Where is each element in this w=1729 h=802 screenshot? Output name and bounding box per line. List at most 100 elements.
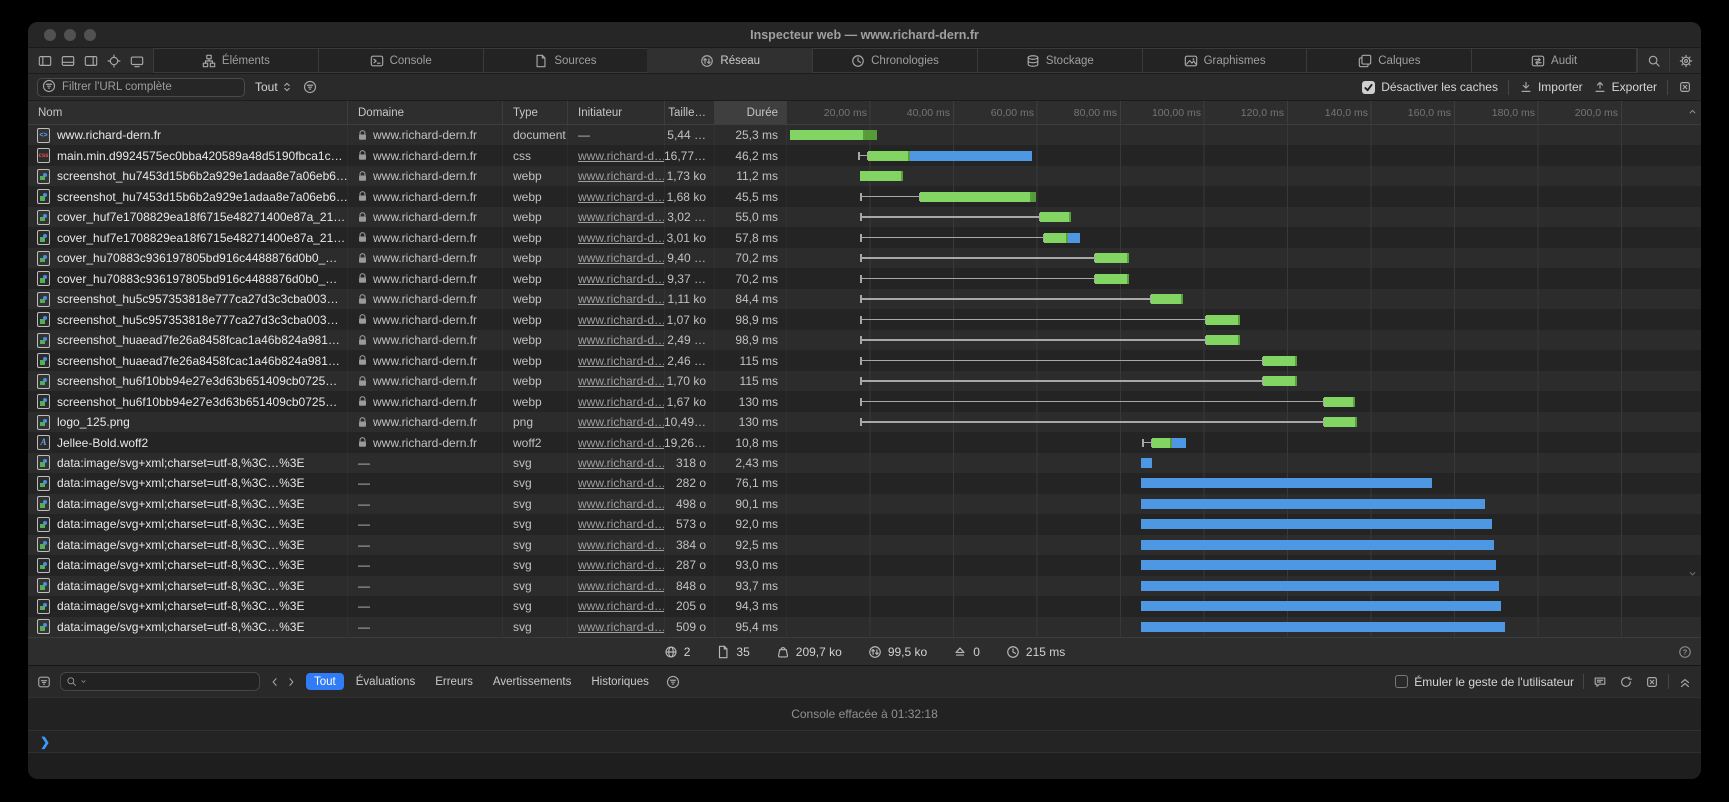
col-name[interactable]: Nom [28, 101, 348, 124]
tab-layers[interactable]: Calques [1306, 48, 1472, 73]
table-row[interactable]: cover_hu70883c936197805bd916c4488876d0b0… [28, 248, 1701, 268]
inspect-element-icon[interactable] [107, 54, 121, 68]
cell-initiator[interactable]: www.richard-d… [568, 535, 665, 555]
console-scope-avertissements[interactable]: Avertissements [485, 673, 579, 690]
console-search-field[interactable] [60, 672, 260, 691]
type-filter-select[interactable]: Tout [255, 80, 293, 94]
cell-initiator[interactable]: www.richard-d… [568, 166, 665, 186]
tab-graphics[interactable]: Graphismes [1142, 48, 1308, 73]
console-filter-icon[interactable] [37, 675, 51, 689]
emulate-user-gesture-checkbox[interactable]: Émuler le geste de l'utilisateur [1395, 675, 1574, 689]
scroll-down-icon[interactable] [1687, 568, 1698, 579]
zoom-button[interactable] [84, 29, 96, 41]
filter-options-button[interactable] [303, 80, 317, 94]
expand-console-icon[interactable] [1678, 675, 1692, 689]
console-scope-all[interactable]: Tout [306, 673, 344, 690]
trash-icon[interactable] [1645, 675, 1659, 689]
cell-initiator[interactable]: www.richard-d… [568, 227, 665, 247]
cell-initiator[interactable]: www.richard-d… [568, 432, 665, 452]
close-button[interactable] [44, 29, 56, 41]
cell-initiator[interactable]: www.richard-d… [568, 596, 665, 616]
cell-initiator[interactable]: www.richard-d… [568, 494, 665, 514]
table-row[interactable]: screenshot_hu7453d15b6b2a929e1adaa8e7a06… [28, 186, 1701, 206]
table-row[interactable]: screenshot_huaead7fe26a8458fcac1a46b824a… [28, 330, 1701, 350]
cell-initiator[interactable]: www.richard-d… [568, 289, 665, 309]
console-scope-évaluations[interactable]: Évaluations [348, 673, 423, 690]
cell-initiator[interactable]: www.richard-d… [568, 207, 665, 227]
console-messages-icon[interactable] [1593, 675, 1607, 689]
device-icon[interactable] [130, 54, 144, 68]
clear-network-button[interactable] [1678, 80, 1692, 94]
console-filter-options-button[interactable] [666, 675, 680, 689]
table-row[interactable]: screenshot_hu5c957353818e777ca27d3c3cba0… [28, 309, 1701, 329]
cell-initiator[interactable]: www.richard-d… [568, 330, 665, 350]
cell-initiator[interactable]: www.richard-d… [568, 473, 665, 493]
table-row[interactable]: cover_huf7e1708829ea18f6715e48271400e87a… [28, 227, 1701, 247]
cell-initiator[interactable]: www.richard-d… [568, 453, 665, 473]
table-row[interactable]: data:image/svg+xml;charset=utf-8,%3C…%3E… [28, 494, 1701, 514]
table-row[interactable]: cover_huf7e1708829ea18f6715e48271400e87a… [28, 207, 1701, 227]
table-row[interactable]: data:image/svg+xml;charset=utf-8,%3C…%3E… [28, 514, 1701, 534]
table-row[interactable]: data:image/svg+xml;charset=utf-8,%3C…%3E… [28, 453, 1701, 473]
settings-tab[interactable] [1669, 48, 1701, 73]
previous-result-button[interactable] [269, 676, 281, 688]
col-type[interactable]: Type [503, 101, 568, 124]
cell-initiator[interactable]: www.richard-d… [568, 186, 665, 206]
tab-elements[interactable]: Éléments [153, 48, 319, 73]
table-row[interactable]: data:image/svg+xml;charset=utf-8,%3C…%3E… [28, 555, 1701, 575]
table-row[interactable]: logo_125.pngwww.richard-dern.frpngwww.ri… [28, 412, 1701, 432]
import-button[interactable]: Importer [1519, 80, 1583, 94]
tab-sources[interactable]: Sources [483, 48, 649, 73]
table-row[interactable]: <>www.richard-dern.frwww.richard-dern.fr… [28, 125, 1701, 145]
table-row[interactable]: screenshot_huaead7fe26a8458fcac1a46b824a… [28, 350, 1701, 370]
table-row[interactable]: data:image/svg+xml;charset=utf-8,%3C…%3E… [28, 617, 1701, 637]
search-tab[interactable] [1637, 48, 1669, 73]
url-filter-input[interactable] [37, 78, 245, 97]
disable-caches-checkbox[interactable]: Désactiver les caches [1362, 80, 1498, 94]
tab-storage[interactable]: Stockage [977, 48, 1143, 73]
next-result-button[interactable] [285, 676, 297, 688]
clear-console-icon[interactable] [1619, 675, 1633, 689]
table-row[interactable]: data:image/svg+xml;charset=utf-8,%3C…%3E… [28, 596, 1701, 616]
export-button[interactable]: Exporter [1593, 80, 1657, 94]
table-row[interactable]: screenshot_hu6f10bb94e27e3d63b651409cb07… [28, 391, 1701, 411]
col-domain[interactable]: Domaine [348, 101, 503, 124]
cell-initiator[interactable]: www.richard-d… [568, 248, 665, 268]
console-scope-historiques[interactable]: Historiques [583, 673, 657, 690]
cell-initiator[interactable]: www.richard-d… [568, 576, 665, 596]
table-row[interactable]: data:image/svg+xml;charset=utf-8,%3C…%3E… [28, 535, 1701, 555]
scroll-up-icon[interactable] [1687, 106, 1698, 117]
cell-initiator[interactable]: www.richard-d… [568, 617, 665, 637]
tab-network[interactable]: Réseau [647, 48, 813, 73]
col-size[interactable]: Taille… [665, 101, 715, 124]
cell-initiator[interactable]: www.richard-d… [568, 555, 665, 575]
cell-initiator[interactable]: www.richard-d… [568, 391, 665, 411]
cell-initiator[interactable]: www.richard-d… [568, 514, 665, 534]
table-row[interactable]: screenshot_hu7453d15b6b2a929e1adaa8e7a06… [28, 166, 1701, 186]
console-scope-erreurs[interactable]: Erreurs [427, 673, 481, 690]
table-row[interactable]: AJellee-Bold.woff2www.richard-dern.frwof… [28, 432, 1701, 452]
minimize-button[interactable] [64, 29, 76, 41]
cell-initiator[interactable]: www.richard-d… [568, 309, 665, 329]
traffic-lights[interactable] [44, 29, 96, 41]
table-row[interactable]: cssmain.min.d9924575ec0bba420589a48d5190… [28, 145, 1701, 165]
table-row[interactable]: cover_hu70883c936197805bd916c4488876d0b0… [28, 268, 1701, 288]
console-prompt[interactable]: ❯ [28, 731, 1701, 753]
help-icon[interactable]: ? [1678, 645, 1692, 659]
dock-right-icon[interactable] [84, 54, 98, 68]
col-initiator[interactable]: Initiateur [568, 101, 665, 124]
table-row[interactable]: data:image/svg+xml;charset=utf-8,%3C…%3E… [28, 473, 1701, 493]
tab-clock[interactable]: Chronologies [812, 48, 978, 73]
col-duration[interactable]: Durée [715, 101, 787, 124]
tab-console[interactable]: Console [318, 48, 484, 73]
cell-initiator[interactable]: www.richard-d… [568, 350, 665, 370]
dock-left-icon[interactable] [38, 54, 52, 68]
dock-bottom-icon[interactable] [61, 54, 75, 68]
tab-audit[interactable]: Audit [1471, 48, 1637, 73]
table-row[interactable]: screenshot_hu5c957353818e777ca27d3c3cba0… [28, 289, 1701, 309]
cell-initiator[interactable]: www.richard-d… [568, 268, 665, 288]
table-row[interactable]: data:image/svg+xml;charset=utf-8,%3C…%3E… [28, 576, 1701, 596]
table-row[interactable]: screenshot_hu6f10bb94e27e3d63b651409cb07… [28, 371, 1701, 391]
cell-initiator[interactable]: www.richard-d… [568, 145, 665, 165]
cell-initiator[interactable]: www.richard-d… [568, 412, 665, 432]
